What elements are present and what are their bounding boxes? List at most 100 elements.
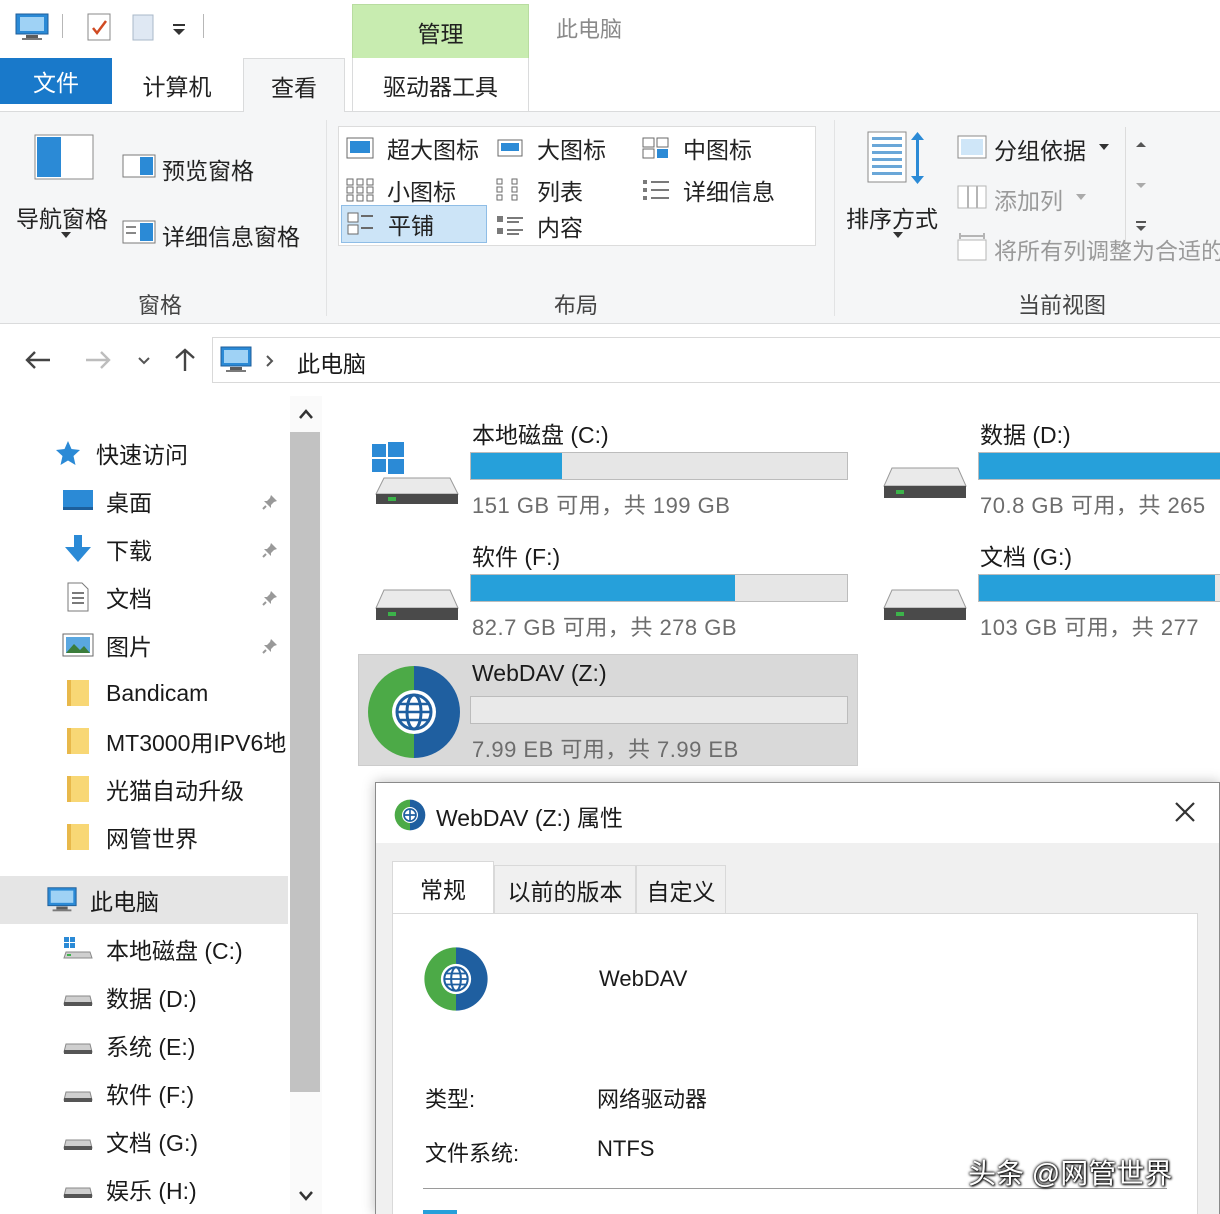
download-icon [62,534,94,564]
tab-general[interactable]: 常规 [392,861,494,914]
layout-large-icons[interactable]: 大图标 [495,129,606,167]
chevron-down-icon[interactable] [1134,181,1148,191]
properties-dialog: WebDAV (Z:) 属性 常规 以前的版本 自定义 WebDAV 类型: 网… [375,782,1220,1214]
chevron-down-icon[interactable] [61,232,71,238]
chevron-down-icon[interactable] [1099,144,1109,150]
desktop-icon [62,486,94,516]
properties-icon[interactable] [84,10,114,44]
nav-item-desktop[interactable]: 桌面 [0,478,290,524]
nav-label: Bandicam [106,679,209,706]
drive-name: 本地磁盘 (C:) [472,422,609,448]
sidebar-scrollbar[interactable] [290,396,322,1214]
layout-medium-icons[interactable]: 中图标 [641,129,752,167]
navigation-pane-icon[interactable] [34,134,94,180]
layout-details[interactable]: 详细信息 [641,171,775,209]
forward-arrow-icon[interactable] [84,349,112,371]
tab-file[interactable]: 文件 [0,58,112,104]
webdav-globe-icon [424,947,488,1011]
drive-tile-f[interactable]: 软件 (F:) 82.7 GB 可用，共 278 GB [362,538,862,648]
pin-icon[interactable] [262,638,278,654]
pin-icon[interactable] [262,590,278,606]
watermark: 头条 @网管世界 [968,1158,1173,1189]
sort-by-button[interactable]: 排序方式 [846,200,938,234]
drive-usage-bar [470,696,848,724]
tab-computer[interactable]: 计算机 [118,58,236,112]
preview-pane-icon[interactable] [122,154,156,178]
drive-tile-g[interactable]: 文档 (G:) 103 GB 可用，共 277 [870,538,1220,648]
new-folder-icon[interactable] [128,10,158,44]
nav-item-pictures[interactable]: 图片 [0,622,290,668]
drive-free-space: 82.7 GB 可用，共 278 GB [472,615,738,640]
pin-icon[interactable] [262,494,278,510]
nav-label: 桌面 [106,490,152,516]
tab-previous-versions[interactable]: 以前的版本 [494,865,636,913]
nav-item-folder[interactable]: MT3000用IPV6地 [0,718,290,764]
nav-item-downloads[interactable]: 下载 [0,526,290,572]
recent-locations-icon[interactable] [136,355,152,367]
nav-label: 软件 (F:) [106,1082,195,1108]
nav-item-folder[interactable]: Bandicam [0,670,290,716]
preview-pane-button[interactable]: 预览窗格 [162,152,254,186]
tab-view[interactable]: 查看 [243,58,345,113]
chevron-up-icon[interactable] [298,408,314,420]
scrollbar-thumb[interactable] [290,432,320,1092]
address-bar[interactable]: 此电脑 [212,337,1220,383]
nav-item-folder[interactable]: 光猫自动升级 [0,766,290,812]
tab-drive-tools[interactable]: 驱动器工具 [352,58,529,112]
system-drive-icon [62,934,94,964]
details-pane-icon[interactable] [122,220,156,244]
list-icon [496,178,518,201]
group-by-button[interactable]: 分组依据 [994,132,1086,166]
back-arrow-icon[interactable] [24,349,52,371]
drive-usage-fill [979,575,1216,601]
used-space-swatch [423,1210,457,1214]
title-bar: 管理 此电脑 [0,0,1220,58]
navigation-bar: 此电脑 [0,325,1220,395]
layout-list[interactable]: 列表 [495,171,583,209]
hard-drive-icon [62,982,94,1012]
chevron-down-icon[interactable] [298,1190,314,1202]
nav-item-documents[interactable]: 文档 [0,574,290,620]
up-arrow-icon[interactable] [172,347,198,373]
nav-drive-g[interactable]: 文档 (G:) [0,1118,290,1164]
qa-separator [203,14,204,38]
nav-this-pc[interactable]: 此电脑 [0,877,290,923]
chevron-down-icon[interactable] [893,232,903,238]
group-by-icon[interactable] [956,134,988,160]
hard-drive-icon [883,589,967,620]
nav-drive-f[interactable]: 软件 (F:) [0,1070,290,1116]
layout-content[interactable]: 内容 [495,207,583,245]
layout-tiles[interactable]: 平铺 [341,205,487,243]
nav-label: 文档 (G:) [106,1130,198,1156]
navigation-pane-button[interactable]: 导航窗格 [16,200,108,234]
sort-by-icon[interactable] [866,130,926,186]
hard-drive-icon [62,1174,94,1204]
drive-label-value: WebDAV [599,966,688,991]
nav-drive-c[interactable]: 本地磁盘 (C:) [0,926,290,972]
drive-tile-c[interactable]: 本地磁盘 (C:) 151 GB 可用，共 199 GB [362,416,862,526]
nav-drive-h[interactable]: 娱乐 (H:) [0,1166,290,1212]
nav-item-folder[interactable]: 网管世界 [0,814,290,860]
large-icons-icon [497,139,523,157]
nav-label: MT3000用IPV6地 [106,730,287,756]
layout-extra-large-icons[interactable]: 超大图标 [345,129,479,167]
customize-toolbar-icon[interactable] [170,10,188,44]
nav-quick-access[interactable]: 快速访问 [0,430,290,476]
nav-drive-d[interactable]: 数据 (D:) [0,974,290,1020]
folder-icon [62,726,94,756]
close-icon[interactable] [1174,801,1196,823]
chevron-up-icon[interactable] [1134,139,1148,149]
layout-gallery-scroll[interactable] [1125,127,1155,247]
manage-context-tab[interactable]: 管理 [352,4,529,58]
computer-icon[interactable] [14,10,50,44]
details-pane-button[interactable]: 详细信息窗格 [162,218,300,252]
pin-icon[interactable] [262,542,278,558]
drive-tile-d[interactable]: 数据 (D:) 70.8 GB 可用，共 265 [870,416,1220,526]
ribbon-tabs: 文件 计算机 查看 驱动器工具 [0,58,1220,113]
tab-customize[interactable]: 自定义 [636,865,726,913]
layout-label: 内容 [537,215,583,241]
drive-tile-webdav[interactable]: WebDAV (Z:) 7.99 EB 可用，共 7.99 EB [362,660,862,770]
nav-drive-e[interactable]: 系统 (E:) [0,1022,290,1068]
chevron-right-icon[interactable] [265,354,275,368]
layout-small-icons[interactable]: 小图标 [345,171,456,209]
